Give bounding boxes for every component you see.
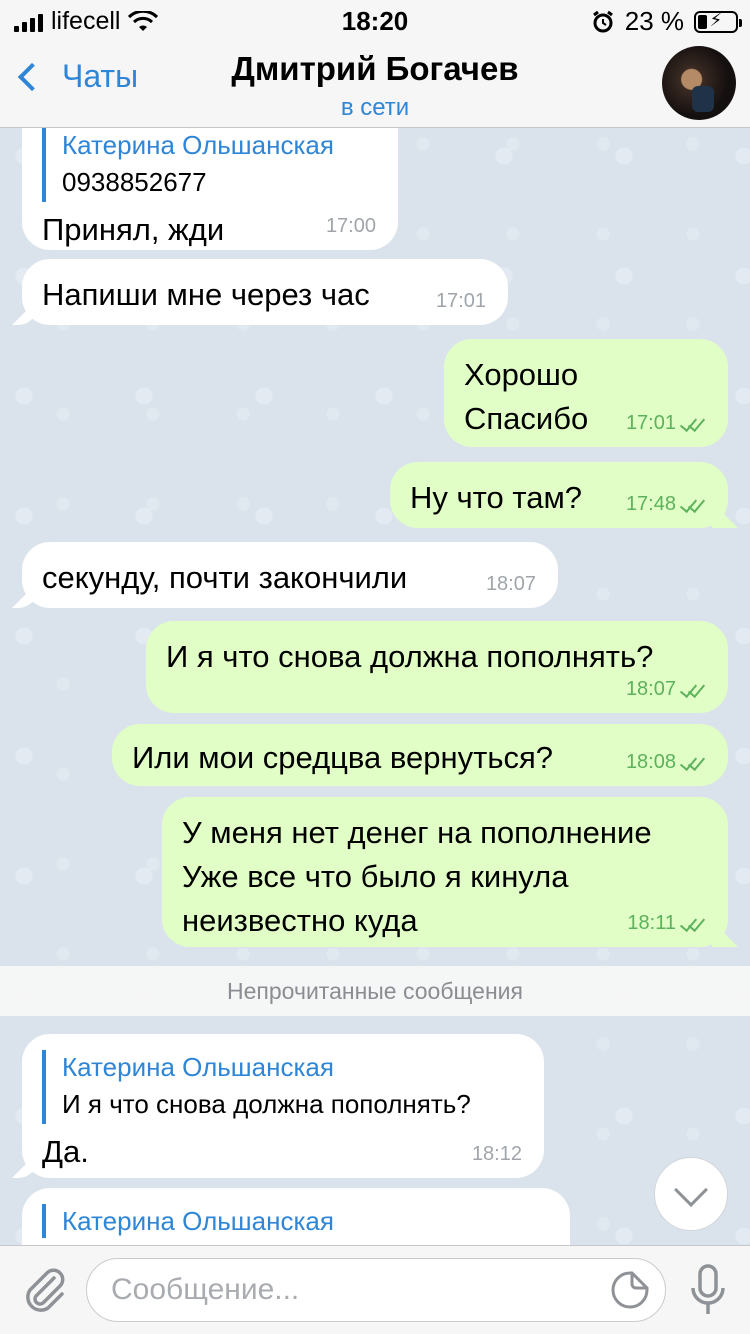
message-time: 17:01 — [626, 413, 706, 433]
message-time: 17:01 — [435, 290, 486, 312]
message-time: 18:11 — [627, 913, 706, 933]
message-bubble[interactable]: Хорошо Спасибо 17:01 — [444, 339, 728, 447]
message-time: 18:07 — [485, 573, 536, 595]
double-check-icon — [678, 754, 706, 770]
message-time: 18:12 — [471, 1143, 522, 1165]
message-text: Да. — [42, 1134, 89, 1169]
attach-icon[interactable] — [20, 1264, 70, 1314]
reply-text: 0938852677 — [62, 167, 207, 197]
chat-header: Чаты Дмитрий Богачев в сети — [0, 40, 750, 128]
reply-author: Катерина Ольшанская — [62, 1206, 334, 1236]
message-bubble[interactable]: И я что снова должна пополнять? 18:07 — [146, 621, 728, 713]
message-bubble[interactable]: секунду, почти закончили 18:07 — [22, 542, 558, 608]
message-bubble[interactable]: Или мои средцва вернуться? 18:08 — [112, 724, 728, 786]
message-bubble[interactable]: Катерина Ольшанская И я что снова должна… — [22, 1034, 544, 1178]
message-text: Или мои средцва вернуться? — [132, 740, 553, 775]
status-bar: lifecell 18:20 23 % ⚡ — [0, 0, 750, 40]
scroll-down-icon — [674, 1173, 708, 1207]
reply-quote[interactable]: Катерина Ольшанская И я что снова должна… — [42, 1050, 524, 1124]
message-text: Напиши мне через час — [42, 277, 370, 312]
message-text: секунду, почти закончили — [42, 560, 408, 595]
double-check-icon — [678, 496, 706, 512]
message-time: 18:08 — [626, 752, 706, 772]
mic-icon[interactable] — [688, 1262, 728, 1318]
message-composer — [0, 1245, 750, 1334]
scroll-down-button[interactable] — [654, 1157, 728, 1231]
reply-author: Катерина Ольшанская — [62, 130, 334, 160]
battery-icon: ⚡ — [694, 10, 742, 33]
battery-percent: 23 % — [624, 6, 684, 36]
sticker-icon[interactable] — [610, 1270, 650, 1310]
message-bubble[interactable]: Ну что там? 17:48 — [390, 462, 728, 528]
message-time: 18:07 — [626, 679, 706, 699]
message-text: И я что снова должна пополнять? — [166, 639, 654, 674]
contact-avatar[interactable] — [662, 46, 736, 120]
double-check-icon — [678, 681, 706, 697]
chat-title-block[interactable]: Дмитрий Богачев в сети — [0, 50, 750, 122]
message-time: 17:00 — [325, 215, 376, 237]
reply-quote[interactable]: Катерина Ольшанская — [42, 1204, 550, 1238]
reply-quote[interactable]: Катерина Ольшанская 0938852677 — [42, 128, 378, 202]
double-check-icon — [678, 915, 706, 931]
alarm-icon — [592, 10, 613, 32]
chat-title: Дмитрий Богачев — [231, 50, 519, 87]
reply-text: И я что снова должна пополнять? — [62, 1089, 471, 1119]
message-bubble[interactable]: У меня нет денег на пополнение Уже все ч… — [162, 797, 728, 947]
online-status: в сети — [340, 94, 410, 121]
message-input[interactable] — [86, 1258, 666, 1322]
message-bubble[interactable]: Напиши мне через час 17:01 — [22, 259, 508, 325]
message-time: 17:48 — [626, 494, 706, 514]
double-check-icon — [678, 415, 706, 431]
reply-author: Катерина Ольшанская — [62, 1052, 334, 1082]
unread-messages-separator: Непрочитанные сообщения — [0, 966, 750, 1016]
